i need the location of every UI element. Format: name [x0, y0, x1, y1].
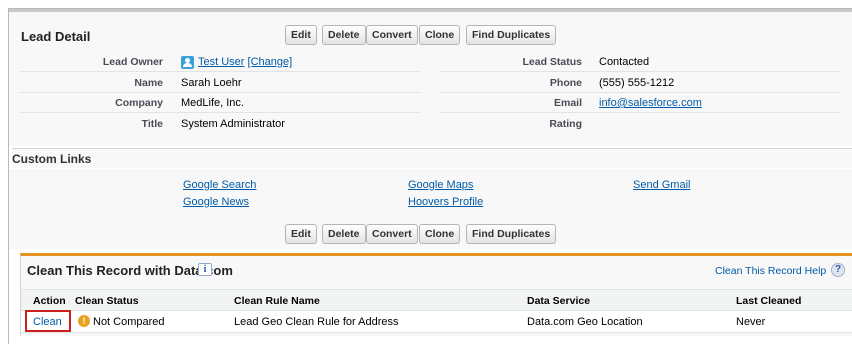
rating-label: Rating [549, 118, 582, 130]
lead-owner-value: Test User [Change] [198, 56, 292, 68]
last-cleaned-value: Never [736, 316, 766, 328]
hoovers-profile-link[interactable]: Hoovers Profile [408, 196, 483, 208]
clean-record-help-link[interactable]: Clean This Record Help [715, 265, 826, 277]
edit-button-bottom[interactable]: Edit [285, 224, 317, 244]
clone-button-top[interactable]: Clone [419, 25, 461, 45]
clean-table-header [21, 289, 852, 311]
google-maps-link[interactable]: Google Maps [408, 179, 473, 191]
help-icon[interactable]: ? [831, 263, 845, 277]
find-duplicates-button-bottom[interactable]: Find Duplicates [466, 224, 557, 244]
clean-action-highlight: Clean [25, 310, 71, 332]
row-divider [440, 71, 840, 72]
lead-owner-link[interactable]: Test User [198, 56, 244, 68]
email-label: Email [553, 97, 582, 109]
google-search-link[interactable]: Google Search [183, 179, 256, 191]
delete-button-bottom[interactable]: Delete [322, 224, 366, 244]
company-value: MedLife, Inc. [181, 97, 244, 109]
clean-status-value: Not Compared [93, 316, 165, 328]
row-divider [20, 112, 420, 113]
data-service-value: Data.com Geo Location [527, 316, 643, 328]
phone-label: Phone [549, 77, 582, 89]
lead-status-value: Contacted [599, 56, 650, 68]
column-header-action: Action [33, 295, 66, 307]
user-icon [181, 56, 194, 69]
delete-button-top[interactable]: Delete [322, 25, 366, 45]
row-divider [20, 92, 420, 93]
name-value: Sarah Loehr [181, 77, 242, 89]
custom-links-header [12, 148, 852, 168]
clean-action-link[interactable]: Clean [33, 316, 62, 328]
custom-links-title: Custom Links [12, 152, 92, 166]
column-header-data-service: Data Service [527, 295, 591, 307]
send-gmail-link[interactable]: Send Gmail [633, 179, 690, 191]
lead-owner-label: Lead Owner [102, 56, 163, 68]
clone-button-bottom[interactable]: Clone [419, 224, 461, 244]
lead-detail-title: Lead Detail [21, 29, 91, 44]
edit-button-top[interactable]: Edit [285, 25, 317, 45]
title-value: System Administrator [181, 118, 285, 130]
convert-button-bottom[interactable]: Convert [366, 224, 418, 244]
lead-status-label: Lead Status [522, 56, 582, 68]
column-header-clean-status: Clean Status [75, 295, 139, 307]
title-label: Title [141, 118, 163, 130]
company-label: Company [115, 97, 163, 109]
find-duplicates-button-top[interactable]: Find Duplicates [466, 25, 557, 45]
warning-icon: ! [78, 315, 90, 327]
row-divider [20, 71, 420, 72]
phone-value: (555) 555-1212 [599, 77, 675, 89]
info-icon[interactable]: i [198, 263, 212, 276]
convert-button-top[interactable]: Convert [366, 25, 418, 45]
column-header-clean-rule-name: Clean Rule Name [234, 295, 320, 307]
change-owner-link[interactable]: [Change] [248, 56, 293, 68]
clean-rule-name-value: Lead Geo Clean Rule for Address [234, 316, 399, 328]
column-header-last-cleaned: Last Cleaned [736, 295, 802, 307]
email-link[interactable]: info@salesforce.com [599, 97, 702, 109]
row-divider [440, 112, 840, 113]
name-label: Name [134, 77, 163, 89]
google-news-link[interactable]: Google News [183, 196, 249, 208]
row-divider [440, 92, 840, 93]
